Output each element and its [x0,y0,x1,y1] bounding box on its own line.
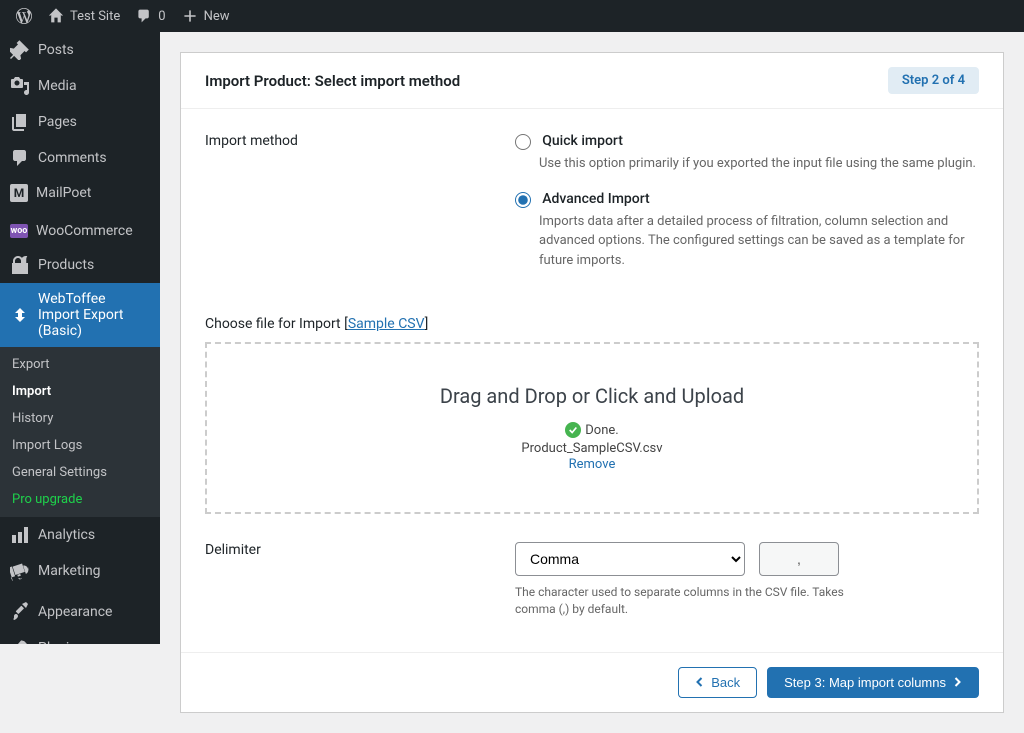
chevron-left-icon [695,677,705,687]
pin-icon [10,40,30,60]
sidebar-item-plugins[interactable]: Plugins [0,630,160,644]
sidebar-label: Plugins [38,640,84,644]
quick-import-option[interactable]: Quick import [515,134,623,149]
delimiter-label: Delimiter [205,542,515,618]
sidebar-item-mailpoet[interactable]: M MailPoet [0,176,160,210]
sidebar-item-pages[interactable]: Pages [0,104,160,140]
sidebar-label: WooCommerce [36,223,133,239]
sidebar-item-media[interactable]: Media [0,68,160,104]
product-icon [10,255,30,275]
comment-icon [10,148,30,168]
upload-status: Done. [565,422,618,438]
subitem-pro-upgrade[interactable]: Pro upgrade [0,486,160,513]
sidebar-label: MailPoet [36,185,91,201]
delimiter-custom-input[interactable] [759,542,839,576]
sidebar-label: Pages [38,114,77,130]
admin-sidebar: Posts Media Pages Comments M MailPoet wo… [0,32,160,644]
back-button[interactable]: Back [678,667,757,698]
home-icon [48,8,64,24]
sidebar-label: Analytics [38,527,95,543]
panel-header: Import Product: Select import method Ste… [181,53,1003,109]
remove-file-link[interactable]: Remove [569,457,616,472]
subitem-import-logs[interactable]: Import Logs [0,432,160,459]
subitem-import[interactable]: Import [0,378,160,405]
step-indicator: Step 2 of 4 [888,67,979,94]
page-icon [10,112,30,132]
media-icon [10,76,30,96]
import-export-icon [10,305,30,325]
uploaded-filename: Product_SampleCSV.csv [227,441,957,456]
delimiter-select[interactable]: Comma [515,542,745,576]
analytics-icon [10,525,30,545]
advanced-import-title: Advanced Import [542,191,649,207]
wp-logo[interactable] [8,0,40,32]
sidebar-label: Media [38,78,77,94]
wordpress-icon [16,8,32,24]
woocommerce-icon: woo [10,224,28,238]
site-name-text: Test Site [70,9,120,24]
check-icon [565,422,581,438]
sidebar-label: Comments [38,150,107,166]
import-panel: Import Product: Select import method Ste… [180,52,1004,713]
advanced-import-option[interactable]: Advanced Import [515,192,650,207]
comment-icon [136,8,152,24]
sidebar-label: WebToffee Import Export (Basic) [38,291,150,339]
sidebar-item-comments[interactable]: Comments [0,140,160,176]
sidebar-label: Marketing [38,563,101,579]
sidebar-item-marketing[interactable]: Marketing [0,553,160,589]
advanced-import-radio[interactable] [515,192,531,208]
sidebar-label: Posts [38,42,74,58]
admin-bar: Test Site 0 New [0,0,1024,32]
sidebar-item-products[interactable]: Products [0,247,160,283]
megaphone-icon [10,561,30,581]
sidebar-item-posts[interactable]: Posts [0,32,160,68]
quick-import-desc: Use this option primarily if you exporte… [539,154,979,174]
brush-icon [10,602,30,622]
site-name-link[interactable]: Test Site [40,0,128,32]
next-step-button[interactable]: Step 3: Map import columns [767,667,979,698]
comments-count: 0 [158,9,165,24]
quick-import-title: Quick import [542,133,623,149]
sidebar-item-woocommerce[interactable]: woo WooCommerce [0,215,160,247]
sidebar-label: Appearance [38,604,112,620]
advanced-import-desc: Imports data after a detailed process of… [539,212,979,271]
plugin-icon [10,638,30,644]
chevron-right-icon [952,677,962,687]
plus-icon [182,8,198,24]
new-content-link[interactable]: New [174,0,238,32]
quick-import-radio[interactable] [515,134,531,150]
main-content: Import Product: Select import method Ste… [160,32,1024,733]
file-dropzone[interactable]: Drag and Drop or Click and Upload Done. … [205,342,979,514]
choose-file-label: Choose file for Import [Sample CSV] [205,316,515,332]
sidebar-item-appearance[interactable]: Appearance [0,594,160,630]
dropzone-title: Drag and Drop or Click and Upload [227,384,957,408]
sample-csv-link[interactable]: Sample CSV [348,316,425,332]
subitem-export[interactable]: Export [0,351,160,378]
mailpoet-icon: M [10,184,28,202]
import-method-label: Import method [205,133,515,288]
subitem-general-settings[interactable]: General Settings [0,459,160,486]
comments-link[interactable]: 0 [128,0,173,32]
sidebar-label: Products [38,257,94,273]
sidebar-item-analytics[interactable]: Analytics [0,517,160,553]
new-label: New [204,9,230,24]
delimiter-hint: The character used to separate columns i… [515,584,855,618]
subitem-history[interactable]: History [0,405,160,432]
panel-footer: Back Step 3: Map import columns [181,652,1003,712]
webtoffee-submenu: Export Import History Import Logs Genera… [0,347,160,517]
sidebar-item-webtoffee[interactable]: WebToffee Import Export (Basic) [0,283,160,347]
panel-title: Import Product: Select import method [205,72,460,90]
